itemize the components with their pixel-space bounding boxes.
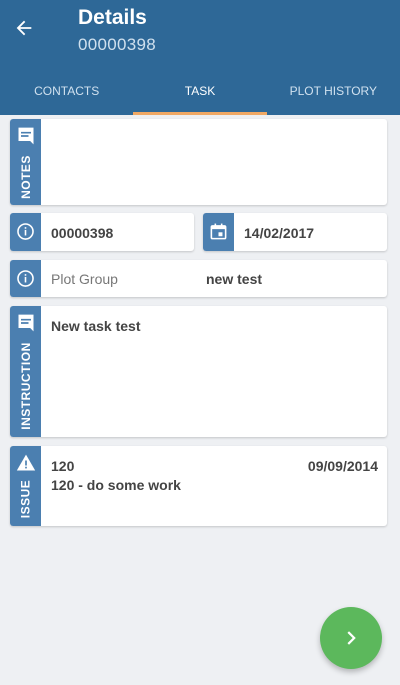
notes-card[interactable]: NOTES <box>10 119 387 205</box>
chevron-right-icon <box>347 631 356 645</box>
arrow-left-icon <box>16 20 32 36</box>
task-date-card[interactable]: 14/02/2017 <box>203 213 387 251</box>
app-bar: Details 00000398 Contacts Task Plot Hist… <box>0 0 400 115</box>
info-icon <box>15 221 36 242</box>
plot-group-label: Plot Group <box>51 271 118 287</box>
page-title: Details <box>78 6 147 29</box>
issue-description: 120 - do some work <box>51 477 181 493</box>
warning-icon <box>15 452 36 473</box>
tab-bar: Contacts Task Plot History <box>0 66 400 115</box>
issue-date: 09/09/2014 <box>307 458 378 474</box>
issue-label: ISSUE <box>18 479 33 519</box>
task-id-value: 00000398 <box>51 225 114 241</box>
next-button[interactable] <box>320 607 382 669</box>
calendar-icon <box>208 221 229 242</box>
plot-group-value: new test <box>206 271 263 287</box>
page-subtitle: 00000398 <box>78 35 157 54</box>
tab-plot-history[interactable]: Plot History <box>267 66 400 115</box>
info-icon <box>15 268 36 289</box>
instruction-value: New task test <box>51 318 141 334</box>
instruction-card[interactable]: INSTRUCTION New task test <box>10 306 387 437</box>
instruction-strip: INSTRUCTION <box>10 306 41 437</box>
instruction-label: INSTRUCTION <box>18 342 33 430</box>
notes-label: NOTES <box>18 155 33 199</box>
comment-icon <box>15 312 36 333</box>
issue-card[interactable]: ISSUE 120 09/09/2014 120 - do some work <box>10 446 387 526</box>
task-date-value: 14/02/2017 <box>244 225 315 241</box>
notes-strip: NOTES <box>10 119 41 205</box>
comment-icon <box>15 125 36 146</box>
tab-contacts[interactable]: Contacts <box>0 66 133 115</box>
task-id-card[interactable]: 00000398 <box>10 213 194 251</box>
back-button[interactable] <box>10 14 38 42</box>
tab-task[interactable]: Task <box>133 66 267 115</box>
plot-group-card[interactable]: Plot Group new test <box>10 260 387 297</box>
task-id-strip <box>10 213 41 251</box>
issue-strip: ISSUE <box>10 446 41 526</box>
task-date-strip <box>203 213 234 251</box>
issue-code: 120 <box>51 458 75 474</box>
plot-group-strip <box>10 260 41 297</box>
